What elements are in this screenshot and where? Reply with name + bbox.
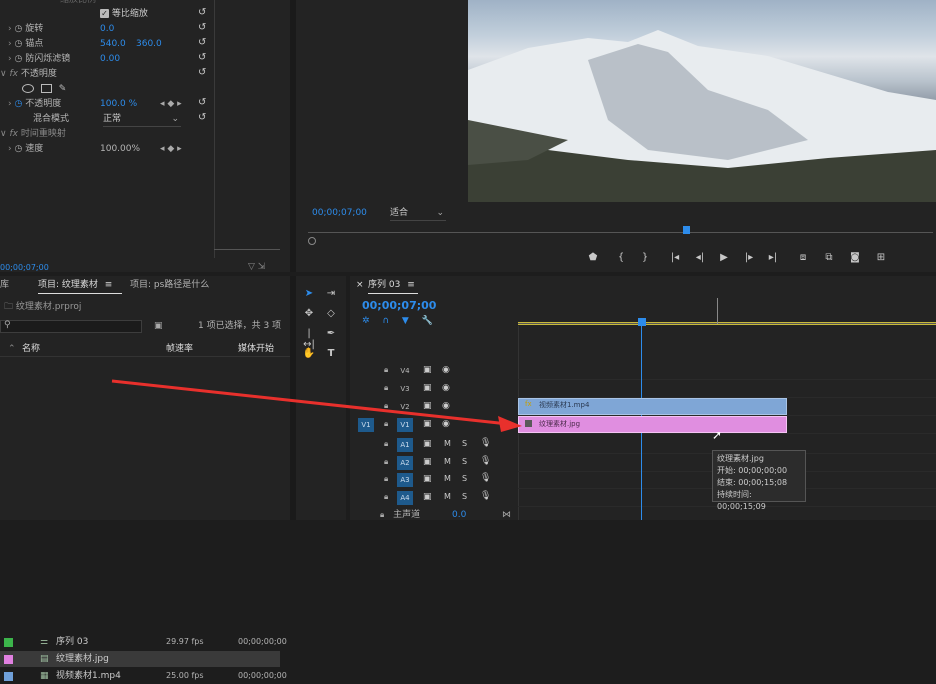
video-file-icon: ▦	[40, 671, 49, 681]
sequence-icon: ⚌	[40, 637, 49, 647]
item-name: 视频素材1.mp4	[56, 671, 121, 681]
item-fps: 29.97 fps	[166, 637, 204, 646]
annotation-arrow	[111, 379, 522, 432]
image-file-icon: ▤	[40, 654, 49, 664]
label-color-swatch[interactable]	[4, 638, 13, 647]
item-fps: 25.00 fps	[166, 671, 204, 680]
item-start: 00;00;00;00	[238, 671, 287, 680]
item-name: 纹理素材.jpg	[56, 654, 109, 664]
item-start: 00;00;00;00	[238, 637, 287, 646]
item-name: 序列 03	[56, 637, 89, 647]
list-item[interactable]: ⚌ 序列 03 29.97 fps 00;00;00;00	[0, 634, 287, 650]
list-item[interactable]: ▤ 纹理素材.jpg	[0, 651, 280, 667]
label-color-swatch[interactable]	[4, 672, 13, 681]
list-item[interactable]: ▦ 视频素材1.mp4 25.00 fps 00;00;00;00	[0, 668, 287, 684]
label-color-swatch[interactable]	[4, 655, 13, 664]
